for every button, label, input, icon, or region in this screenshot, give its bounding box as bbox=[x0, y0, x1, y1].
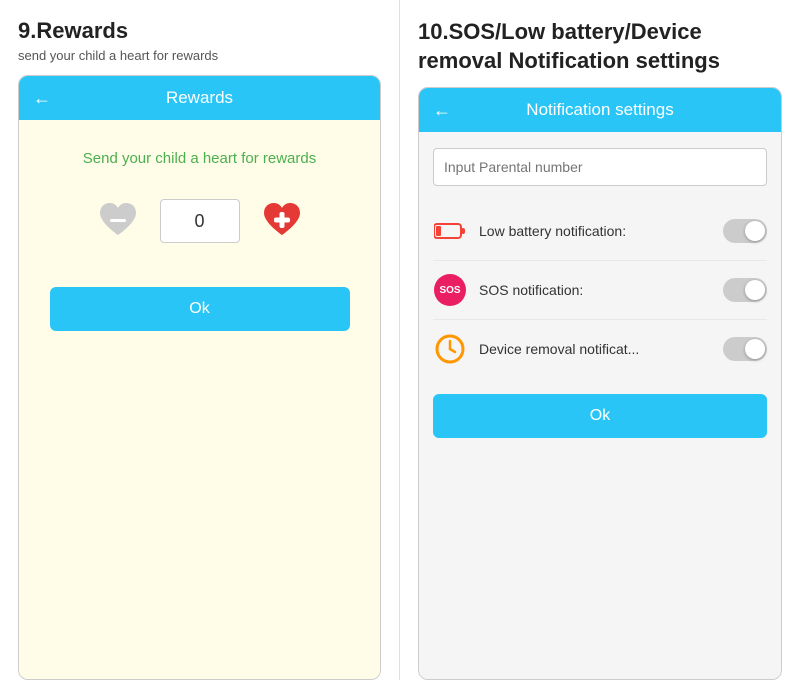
notification-back-button[interactable]: ← bbox=[433, 100, 451, 121]
decrement-button[interactable] bbox=[92, 195, 144, 247]
left-title: Rewards bbox=[36, 18, 128, 43]
device-removal-toggle[interactable] bbox=[723, 337, 767, 361]
rewards-ok-button[interactable]: Ok bbox=[50, 287, 350, 331]
rewards-header: ← Rewards bbox=[19, 76, 380, 120]
heart-count: 0 bbox=[160, 199, 240, 243]
device-removal-icon bbox=[433, 332, 467, 366]
notification-header-title: Notification settings bbox=[451, 100, 749, 120]
device-removal-label: Device removal notificat... bbox=[479, 341, 711, 357]
device-removal-row: Device removal notificat... bbox=[433, 320, 767, 378]
low-battery-toggle[interactable] bbox=[723, 219, 767, 243]
notification-body: Low battery notification: SOS SOS notifi… bbox=[419, 132, 781, 679]
battery-icon bbox=[433, 214, 467, 248]
notification-header: ← Notification settings bbox=[419, 88, 781, 132]
sos-toggle[interactable] bbox=[723, 278, 767, 302]
right-section-title: 10.SOS/Low battery/Deviceremoval SOS/Low… bbox=[418, 18, 782, 75]
parental-number-input[interactable] bbox=[433, 148, 767, 186]
rewards-phone-screen: ← Rewards Send your child a heart for re… bbox=[18, 75, 381, 680]
sos-row: SOS SOS notification: bbox=[433, 261, 767, 320]
rewards-back-button[interactable]: ← bbox=[33, 88, 51, 109]
low-battery-label: Low battery notification: bbox=[479, 223, 711, 239]
right-section-number: 10. bbox=[418, 19, 449, 44]
sos-label: SOS notification: bbox=[479, 282, 711, 298]
rewards-body: Send your child a heart for rewards 0 bbox=[19, 120, 380, 679]
notification-phone-screen: ← Notification settings Low battery noti… bbox=[418, 87, 782, 680]
right-title: SOS/Low battery/Deviceremoval SOS/Low ba… bbox=[418, 19, 720, 73]
left-panel: 9.Rewards send your child a heart for re… bbox=[0, 0, 400, 680]
right-panel: 10.SOS/Low battery/Deviceremoval SOS/Low… bbox=[400, 0, 800, 680]
heart-minus-icon bbox=[94, 197, 142, 245]
rewards-message: Send your child a heart for rewards bbox=[83, 150, 316, 167]
low-battery-row: Low battery notification: bbox=[433, 202, 767, 261]
sos-icon: SOS bbox=[433, 273, 467, 307]
left-subtitle: send your child a heart for rewards bbox=[18, 48, 381, 63]
rewards-controls: 0 bbox=[92, 195, 308, 247]
left-section-title: 9.Rewards bbox=[18, 18, 381, 44]
heart-plus-icon bbox=[258, 197, 306, 245]
increment-button[interactable] bbox=[256, 195, 308, 247]
rewards-header-title: Rewards bbox=[51, 88, 348, 108]
left-section-number: 9. bbox=[18, 18, 36, 43]
notification-ok-button[interactable]: Ok bbox=[433, 394, 767, 438]
